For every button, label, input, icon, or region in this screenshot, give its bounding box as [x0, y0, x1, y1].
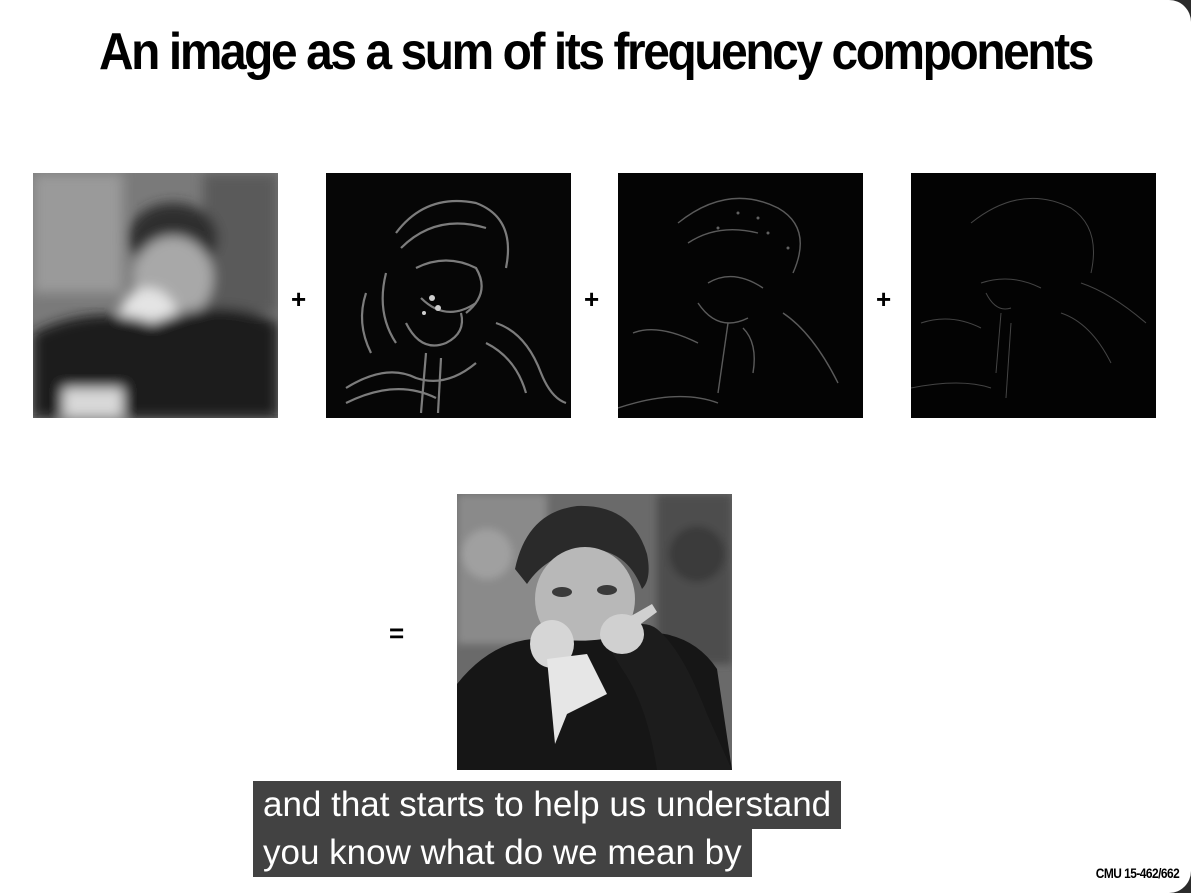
low-frequency-image — [33, 173, 278, 418]
course-label: CMU 15-462/662 — [1095, 865, 1180, 881]
plus-operator-3: + — [876, 284, 892, 314]
slide: An image as a sum of its frequency compo… — [0, 0, 1191, 893]
high-frequency-image — [911, 173, 1156, 418]
mid-low-frequency-image — [326, 173, 571, 418]
video-frame: An image as a sum of its frequency compo… — [0, 0, 1191, 893]
subtitle-line-2: you know what do we mean by — [253, 829, 752, 877]
equals-operator: = — [389, 618, 405, 648]
plus-operator-1: + — [291, 284, 307, 314]
original-photo — [457, 494, 732, 770]
plus-operator-2: + — [584, 284, 600, 314]
subtitle-line-1: and that starts to help us understand — [253, 781, 842, 829]
mid-high-frequency-image — [618, 173, 863, 418]
slide-title: An image as a sum of its frequency compo… — [99, 23, 1094, 81]
